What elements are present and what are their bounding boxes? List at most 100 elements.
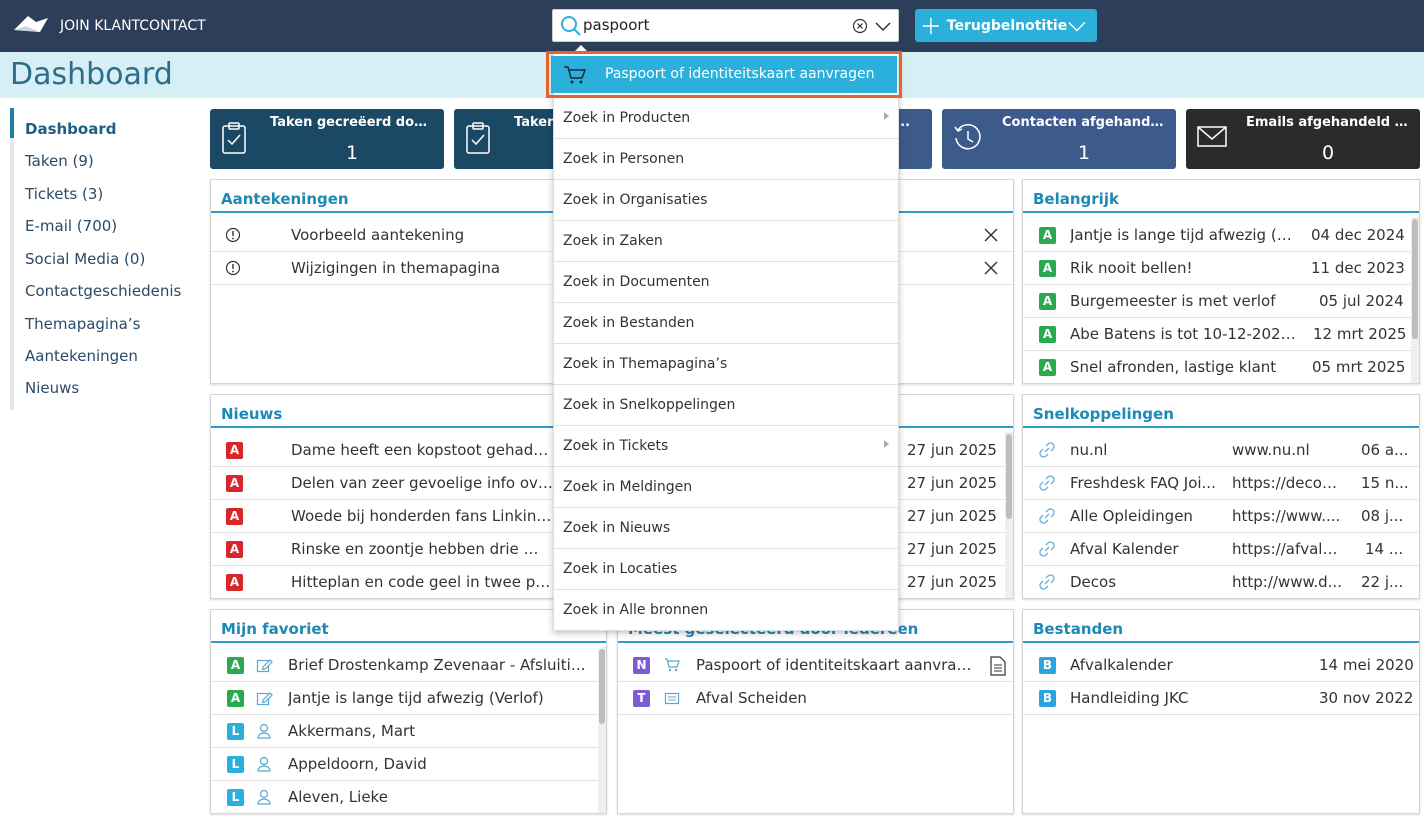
dropdown-item-locaties[interactable]: Zoek in Locaties [554,549,898,590]
panel-meest-geselecteerd: Meest geselecteerd door iedereen N Paspo… [617,609,1014,814]
type-badge: T [633,690,650,707]
stat-title: Taken [514,115,557,130]
list-item[interactable]: Freshdesk FAQ Joi... https://decos.... 1… [1023,467,1419,500]
envelope-icon [1197,126,1227,147]
stat-taken-gecreeerd[interactable]: Taken gecreëerd door mij 1 [210,109,444,169]
sidebar-item-taken[interactable]: Taken (9) [25,152,94,170]
dropdown-item-documenten[interactable]: Zoek in Documenten [554,262,898,303]
panel-header: Bestanden [1023,610,1419,643]
dropdown-item-snelkoppelingen[interactable]: Zoek in Snelkoppelingen [554,385,898,426]
dropdown-item-zaken[interactable]: Zoek in Zaken [554,221,898,262]
scrollbar[interactable] [1005,432,1013,598]
dropdown-item-organisaties[interactable]: Zoek in Organisaties [554,180,898,221]
search-icon [561,16,581,36]
favorite-text: Aleven, Lieke [288,788,388,806]
person-icon [257,756,271,772]
sidebar-item-tickets[interactable]: Tickets (3) [25,185,103,203]
list-item[interactable]: nu.nl www.nu.nl 06 a... [1023,434,1419,467]
list-item[interactable]: Alle Opleidingen https://www.... 08 j... [1023,500,1419,533]
sidebar-item-themapaginas[interactable]: Themapagina’s [25,315,140,333]
news-date: 27 jun 2025 [907,507,997,525]
dropdown-item-alle-bronnen[interactable]: Zoek in Alle bronnen [554,590,898,631]
list-item[interactable]: A Abe Batens is tot 10-12-2024 m... 12 m… [1023,318,1419,351]
panel-title: Mijn favoriet [221,620,329,638]
clear-icon[interactable] [852,18,868,34]
dropdown-item-nieuws[interactable]: Zoek in Nieuws [554,508,898,549]
list-item[interactable]: L Appeldoorn, David [211,748,606,781]
type-badge: L [227,789,244,806]
list-item[interactable]: A Brief Drostenkamp Zevenaar - Afsluitin… [211,649,606,682]
dropdown-item-label: Zoek in Themapagina’s [563,356,728,372]
person-icon [257,789,271,805]
scroll-thumb[interactable] [1006,434,1012,519]
link-url: www.nu.nl [1232,441,1310,459]
stat-emails-afgehandeld[interactable]: Emails afgehandeld doo... 0 [1186,109,1420,169]
terugbelnotitie-button[interactable]: Terugbelnotitie [915,9,1097,42]
scroll-thumb[interactable] [1412,219,1418,339]
type-badge: B [1039,690,1056,707]
sidebar-item-aantekeningen[interactable]: Aantekeningen [25,347,138,365]
dropdown-item-producten[interactable]: Zoek in Producten [554,98,898,139]
list-item[interactable]: L Akkermans, Mart [211,715,606,748]
sidebar-item-dashboard[interactable]: Dashboard [25,120,116,138]
dropdown-item-label: Zoek in Alle bronnen [563,602,709,618]
dropdown-item-personen[interactable]: Zoek in Personen [554,139,898,180]
list-item[interactable]: T Afval Scheiden [618,682,1013,715]
sidebar: Dashboard Taken (9) Tickets (3) E-mail (… [0,98,200,840]
close-icon[interactable] [983,260,999,276]
search-box[interactable] [552,9,899,42]
dropdown-item-tickets[interactable]: Zoek in Tickets [554,426,898,467]
link-icon [1039,574,1055,590]
favorite-text: Akkermans, Mart [288,722,416,740]
scroll-thumb[interactable] [599,649,605,724]
stat-contacten-afgehandeld[interactable]: Contacten afgehandeld ... 1 [942,109,1176,169]
news-date: 27 jun 2025 [907,540,997,558]
panel-header: Snelkoppelingen [1023,395,1419,428]
link-date: 06 a... [1361,441,1409,459]
panel-title: Snelkoppelingen [1033,405,1174,423]
dropdown-item-label: Zoek in Personen [563,151,685,167]
dropdown-item-label: Zoek in Snelkoppelingen [563,397,736,413]
panel-title: Nieuws [221,405,283,423]
stat-value: 1 [345,142,359,164]
item-text: Abe Batens is tot 10-12-2024 m... [1070,325,1298,343]
stat-title: Emails afgehandeld doo... [1246,115,1410,130]
dropdown-item-bestanden[interactable]: Zoek in Bestanden [554,303,898,344]
list-item[interactable]: A Jantje is lange tijd afwezig (Verlof) [211,682,606,715]
list-item[interactable]: N Paspoort of identiteitskaart aanvragen [618,649,1013,682]
brand[interactable]: JOIN KLANTCONTACT [12,12,206,40]
sidebar-item-contactgeschiedenis[interactable]: Contactgeschiedenis [25,282,181,300]
list-item[interactable]: B Handleiding JKC 30 nov 2022 [1023,682,1419,715]
item-text: Rik nooit bellen! [1070,259,1193,277]
item-date: 12 mrt 2025 [1313,325,1407,343]
search-input[interactable] [583,16,843,34]
list-item[interactable]: A Burgemeester is met verlof 05 jul 2024 [1023,285,1419,318]
sidebar-item-email[interactable]: E-mail (700) [25,217,117,235]
type-badge: L [227,756,244,773]
chevron-down-icon[interactable] [1067,18,1087,34]
news-text: Rinske en zoontje hebben drie maand [291,540,553,558]
list-item[interactable]: Decos http://www.d... 22 j... [1023,566,1419,598]
document-icon[interactable] [990,656,1006,676]
stat-value: 1 [1077,142,1091,164]
dropdown-item-meldingen[interactable]: Zoek in Meldingen [554,467,898,508]
sidebar-item-nieuws[interactable]: Nieuws [25,379,79,397]
list-item[interactable]: A Snel afronden, lastige klant 05 mrt 20… [1023,351,1419,383]
chevron-down-icon[interactable] [874,18,892,34]
chevron-right-icon [884,112,889,120]
dropdown-item-themapaginas[interactable]: Zoek in Themapagina’s [554,344,898,385]
person-icon [257,723,271,739]
list-item[interactable]: L Aleven, Lieke [211,781,606,813]
close-icon[interactable] [983,227,999,243]
panel-snelkoppelingen: Snelkoppelingen nu.nl www.nu.nl 06 a... … [1022,394,1420,599]
list-item[interactable]: Afval Kalender https://afvalk... 14 ... [1023,533,1419,566]
terugbelnotitie-label: Terugbelnotitie [946,17,1068,34]
type-badge: B [1039,657,1056,674]
scrollbar[interactable] [1411,217,1419,383]
list-item[interactable]: B Afvalkalender 14 mei 2020 [1023,649,1419,682]
sidebar-item-social-media[interactable]: Social Media (0) [25,250,145,268]
list-item[interactable]: A Rik nooit bellen! 11 dec 2023 [1023,252,1419,285]
link-url: https://www.... [1232,507,1341,525]
scrollbar[interactable] [598,647,606,813]
list-item[interactable]: A Jantje is lange tijd afwezig (Verl... … [1023,219,1419,252]
